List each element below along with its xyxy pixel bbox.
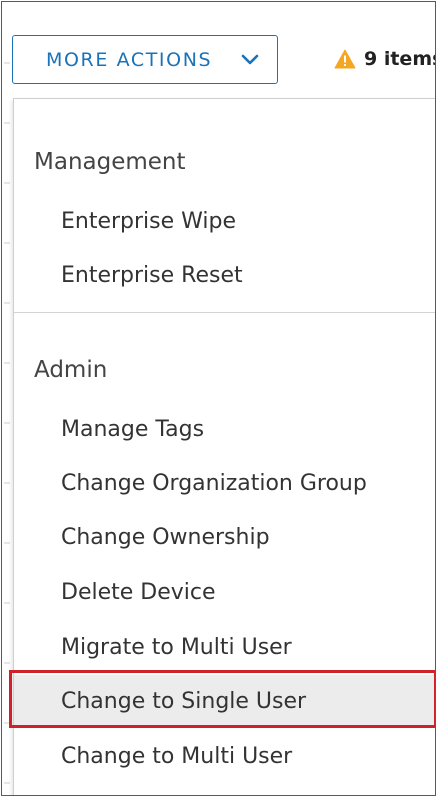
section-header-management: Management [34,149,186,175]
section-header-admin: Admin [34,357,108,383]
menu-item-migrate-to-multi-user[interactable]: Migrate to Multi User [14,621,435,673]
screenshot-frame: MORE ACTIONS 9 items Management Enterpri… [1,1,436,796]
more-actions-button[interactable]: MORE ACTIONS [12,35,278,84]
menu-item-change-ownership[interactable]: Change Ownership [14,511,435,563]
menu-item-change-to-single-user[interactable]: Change to Single User [14,675,435,727]
menu-item-enterprise-reset[interactable]: Enterprise Reset [14,249,435,301]
menu-item-enterprise-wipe[interactable]: Enterprise Wipe [14,195,435,247]
warning-indicator[interactable]: 9 items [334,48,436,70]
background-grid-edge [4,4,10,795]
warning-count-text: 9 items [364,48,436,70]
menu-item-manage-tags[interactable]: Manage Tags [14,403,435,455]
menu-item-change-to-multi-user[interactable]: Change to Multi User [14,730,435,782]
more-actions-label: MORE ACTIONS [46,48,213,71]
menu-item-change-organization-group[interactable]: Change Organization Group [14,457,435,509]
section-divider [14,312,435,313]
more-actions-dropdown-menu: Management Enterprise Wipe Enterprise Re… [13,98,435,795]
chevron-down-icon [241,54,259,65]
menu-item-delete-device[interactable]: Delete Device [14,566,435,618]
warning-triangle-icon [334,49,356,69]
